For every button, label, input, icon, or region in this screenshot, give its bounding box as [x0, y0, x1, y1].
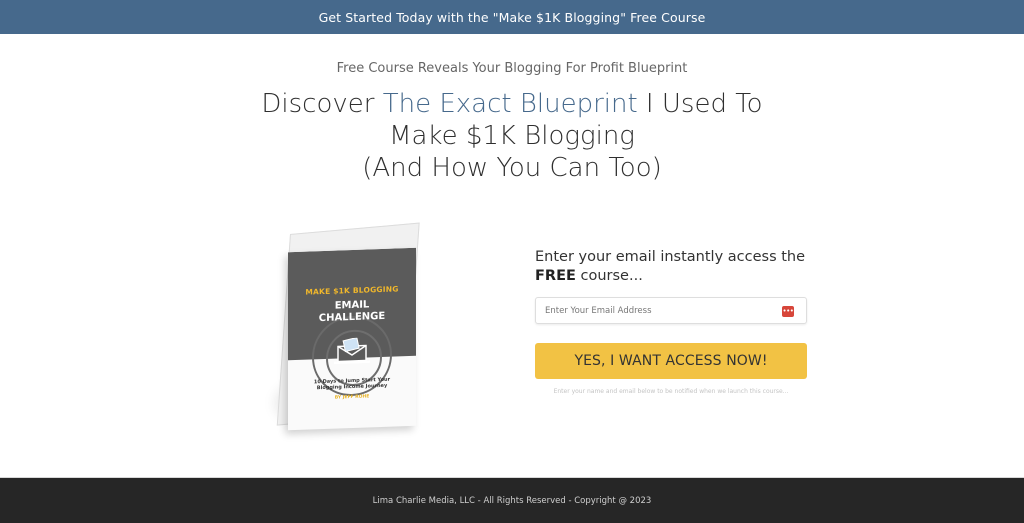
- password-manager-icon[interactable]: •••: [782, 306, 794, 317]
- ebook-cover-image: MAKE $1K BLOGGING EMAIL CHALLENGE 10 Day…: [258, 222, 438, 433]
- book-title-line-2: EMAIL CHALLENGE: [288, 298, 416, 326]
- top-announcement-bar: Get Started Today with the "Make $1K Blo…: [0, 0, 1024, 34]
- email-field[interactable]: •••: [535, 297, 807, 324]
- hero-headline: Discover The Exact Blueprint I Used To M…: [0, 88, 1024, 184]
- headline-line-2: Make $1K Blogging: [389, 121, 635, 151]
- form-title: Enter your email instantly access the FR…: [535, 248, 825, 286]
- submit-access-button[interactable]: YES, I WANT ACCESS NOW!: [535, 343, 807, 379]
- form-title-text: Enter your email instantly access the: [535, 249, 806, 265]
- hero-subheading: Free Course Reveals Your Blogging For Pr…: [336, 61, 688, 76]
- email-input[interactable]: [536, 298, 806, 323]
- book-author: BY JEFF ROHE: [334, 394, 370, 401]
- headline-accent-text: The Exact Blueprint: [382, 89, 638, 119]
- headline-line-1: Discover The Exact Blueprint I Used To: [261, 89, 762, 119]
- form-note: Enter your name and email below to be no…: [553, 388, 789, 395]
- headline-text: Discover: [261, 89, 383, 119]
- form-title-bold: FREE: [535, 268, 576, 284]
- envelope-laptop-icon: [334, 337, 370, 365]
- book-title-challenge: CHALLENGE: [318, 310, 386, 325]
- book-subtitle-line-2: Blogging Income Journey: [316, 382, 388, 392]
- book-front: MAKE $1K BLOGGING EMAIL CHALLENGE 10 Day…: [288, 247, 416, 431]
- copyright-text: Lima Charlie Media, LLC - All Rights Res…: [372, 495, 652, 506]
- headline-text: I Used To: [637, 89, 763, 119]
- headline-line-3: (And How You Can Too): [362, 153, 662, 183]
- form-title-text: course...: [575, 268, 643, 284]
- book-subtitle: 10 Days to Jump Start Your Blogging Inco…: [288, 376, 416, 392]
- footer: Lima Charlie Media, LLC - All Rights Res…: [0, 478, 1024, 523]
- book-title-email: EMAIL: [334, 299, 370, 312]
- announcement-text: Get Started Today with the "Make $1K Blo…: [318, 9, 706, 25]
